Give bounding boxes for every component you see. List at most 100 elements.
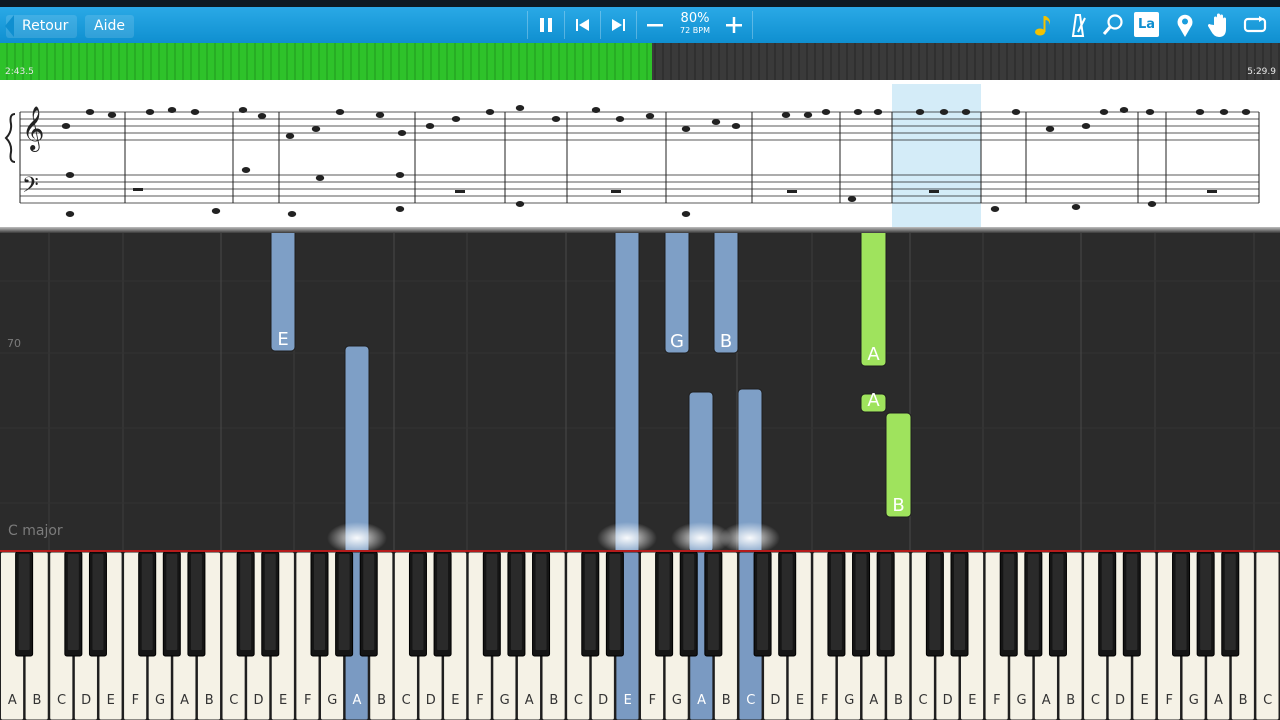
black-key-shine bbox=[707, 554, 719, 650]
key-label: C bbox=[402, 693, 411, 708]
black-key-shine bbox=[584, 554, 596, 650]
key-label: B bbox=[722, 693, 731, 708]
notehead bbox=[287, 211, 297, 217]
notehead bbox=[847, 196, 857, 202]
speed-bpm: 72 BPM bbox=[680, 26, 710, 35]
notehead bbox=[375, 112, 385, 118]
notehead bbox=[961, 109, 971, 115]
key-label: G bbox=[844, 693, 854, 708]
black-key-shine bbox=[67, 554, 79, 650]
note-labels-button[interactable]: La bbox=[1134, 12, 1159, 37]
notehead bbox=[1081, 123, 1091, 129]
score-notes bbox=[61, 105, 1251, 217]
black-key-shine bbox=[880, 554, 892, 650]
key-label: G bbox=[1189, 693, 1199, 708]
falling-note-label: A bbox=[867, 390, 880, 411]
black-key-shine bbox=[1200, 554, 1212, 650]
notehead bbox=[311, 126, 321, 132]
slower-button[interactable] bbox=[638, 7, 672, 43]
notehead bbox=[1145, 109, 1155, 115]
black-key-shine bbox=[363, 554, 375, 650]
black-key-shine bbox=[1126, 554, 1138, 650]
notehead bbox=[107, 112, 117, 118]
note-icon bbox=[1035, 16, 1050, 36]
falling-note-label: B bbox=[720, 331, 732, 352]
key-label: E bbox=[451, 693, 459, 708]
key-label: A bbox=[1214, 693, 1223, 708]
notehead bbox=[1219, 109, 1229, 115]
key-label: B bbox=[894, 693, 903, 708]
loop-button[interactable] bbox=[1240, 10, 1270, 40]
skip-forward-icon bbox=[612, 19, 625, 31]
key-label: G bbox=[327, 693, 337, 708]
piano-keyboard[interactable]: ABCDEFGABCDEFGABCDEFGABCDEFGABCDEFGABCDE… bbox=[0, 550, 1280, 720]
falling-note-label: A bbox=[867, 344, 880, 365]
notehead bbox=[145, 109, 155, 115]
key-label: E bbox=[107, 693, 115, 708]
key-label: E bbox=[968, 693, 976, 708]
plus-icon bbox=[726, 17, 742, 33]
sheet-music[interactable]: 𝄞 𝄢 bbox=[0, 80, 1280, 227]
key-label: F bbox=[304, 693, 311, 708]
pause-button[interactable] bbox=[529, 7, 563, 43]
black-key-shine bbox=[683, 554, 695, 650]
zoom-button[interactable] bbox=[1098, 10, 1128, 40]
black-key-shine bbox=[1003, 554, 1015, 650]
faster-button[interactable] bbox=[717, 7, 751, 43]
key-label: E bbox=[624, 693, 632, 708]
back-button[interactable]: Retour bbox=[4, 15, 78, 38]
key-label: F bbox=[649, 693, 656, 708]
black-key-shine bbox=[18, 554, 30, 650]
rest bbox=[455, 190, 465, 193]
key-label: B bbox=[32, 693, 41, 708]
pause-icon bbox=[540, 18, 552, 32]
notehead bbox=[65, 211, 75, 217]
current-measure-highlight bbox=[892, 84, 981, 227]
notehead bbox=[939, 109, 949, 115]
black-key-shine bbox=[486, 554, 498, 650]
key-label: A bbox=[869, 693, 878, 708]
previous-button[interactable] bbox=[566, 7, 600, 43]
black-key-shine bbox=[658, 554, 670, 650]
notehead bbox=[1241, 109, 1251, 115]
help-button[interactable]: Aide bbox=[85, 15, 134, 38]
progress-bar[interactable]: 2:43.5 5:29.9 bbox=[0, 43, 1280, 80]
black-key-shine bbox=[1052, 554, 1064, 650]
marker-button[interactable] bbox=[1170, 10, 1200, 40]
notehead bbox=[873, 109, 883, 115]
key-label: C bbox=[1091, 693, 1100, 708]
key-label: E bbox=[1141, 693, 1149, 708]
key-label: A bbox=[1042, 693, 1051, 708]
notehead bbox=[803, 112, 813, 118]
black-key-shine bbox=[437, 554, 449, 650]
next-button[interactable] bbox=[602, 7, 636, 43]
top-toolbar: Retour Aide 80% 72 BPM La bbox=[0, 0, 1280, 43]
hand-icon bbox=[1207, 13, 1226, 37]
total-time: 5:29.9 bbox=[1247, 67, 1276, 77]
key-label: D bbox=[598, 693, 608, 708]
bass-clef: 𝄢 bbox=[22, 173, 39, 203]
octave-marker: 70 bbox=[7, 337, 21, 350]
falling-note bbox=[344, 345, 370, 550]
key-signature-label: C major bbox=[8, 523, 63, 539]
divider bbox=[527, 11, 528, 39]
treble-staff bbox=[20, 111, 1259, 141]
key-label: A bbox=[697, 693, 706, 708]
notehead bbox=[61, 123, 71, 129]
key-label: B bbox=[377, 693, 386, 708]
key-label: D bbox=[81, 693, 91, 708]
notehead bbox=[190, 109, 200, 115]
progress-played bbox=[0, 43, 652, 80]
notehead bbox=[551, 116, 561, 122]
falling-note bbox=[614, 233, 640, 550]
black-key-shine bbox=[609, 554, 621, 650]
notehead bbox=[395, 206, 405, 212]
notehead bbox=[1011, 109, 1021, 115]
key-label: A bbox=[525, 693, 534, 708]
search-icon bbox=[1102, 14, 1123, 35]
key-label: D bbox=[943, 693, 953, 708]
hand-button[interactable] bbox=[1205, 10, 1235, 40]
impact-glow bbox=[597, 522, 657, 550]
note-button[interactable] bbox=[1028, 10, 1058, 40]
metronome-button[interactable] bbox=[1063, 10, 1093, 40]
